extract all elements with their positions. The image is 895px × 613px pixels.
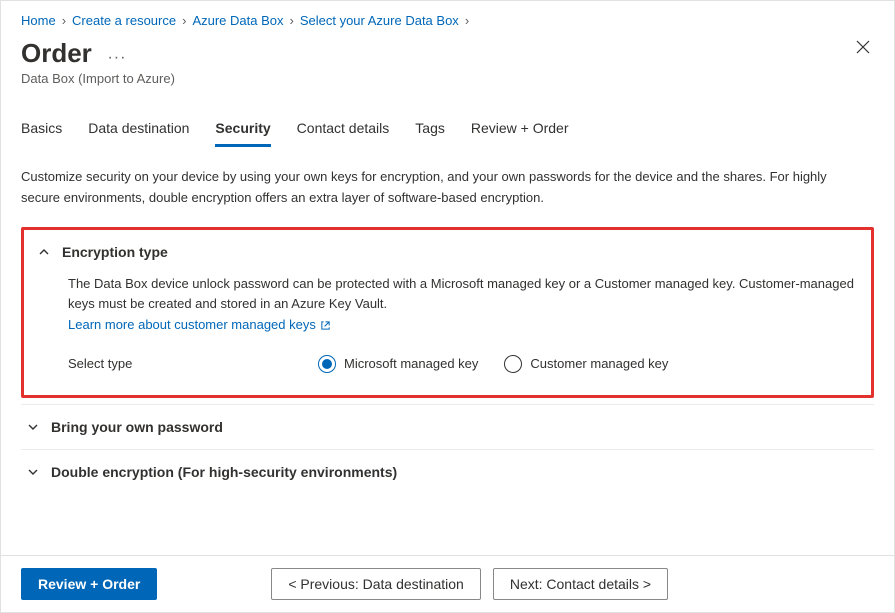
- more-menu-icon[interactable]: ···: [107, 49, 126, 67]
- breadcrumb: Home › Create a resource › Azure Data Bo…: [21, 13, 874, 28]
- section-encryption-toggle[interactable]: Encryption type: [38, 244, 857, 260]
- breadcrumb-item-select[interactable]: Select your Azure Data Box: [300, 13, 459, 28]
- chevron-right-icon: ›: [289, 13, 293, 28]
- section-double-title: Double encryption (For high-security env…: [51, 464, 397, 480]
- chevron-right-icon: ›: [62, 13, 66, 28]
- chevron-up-icon: [38, 246, 50, 258]
- section-double-encryption: Double encryption (For high-security env…: [21, 449, 874, 494]
- section-bring-password: Bring your own password: [21, 404, 874, 449]
- review-order-button[interactable]: Review + Order: [21, 568, 157, 600]
- radio-unchecked-icon: [504, 355, 522, 373]
- wizard-footer: Review + Order < Previous: Data destinat…: [1, 555, 894, 612]
- section-password-toggle[interactable]: Bring your own password: [27, 419, 868, 435]
- close-icon: [856, 40, 870, 54]
- chevron-down-icon: [27, 421, 39, 433]
- breadcrumb-item-databox[interactable]: Azure Data Box: [192, 13, 283, 28]
- radio-checked-icon: [318, 355, 336, 373]
- section-password-title: Bring your own password: [51, 419, 223, 435]
- section-encryption-type: Encryption type The Data Box device unlo…: [21, 227, 874, 398]
- radio-microsoft-label: Microsoft managed key: [344, 354, 478, 375]
- chevron-right-icon: ›: [182, 13, 186, 28]
- breadcrumb-item-home[interactable]: Home: [21, 13, 56, 28]
- tab-review-order[interactable]: Review + Order: [471, 114, 569, 147]
- close-button[interactable]: [852, 36, 874, 61]
- chevron-right-icon: ›: [465, 13, 469, 28]
- radio-microsoft-managed[interactable]: Microsoft managed key: [318, 354, 478, 375]
- encryption-radio-group: Microsoft managed key Customer managed k…: [318, 354, 668, 375]
- tab-contact-details[interactable]: Contact details: [297, 114, 390, 147]
- tab-security[interactable]: Security: [215, 114, 270, 147]
- tab-data-destination[interactable]: Data destination: [88, 114, 189, 147]
- chevron-down-icon: [27, 466, 39, 478]
- select-type-label: Select type: [68, 354, 318, 375]
- next-button[interactable]: Next: Contact details >: [493, 568, 668, 600]
- section-double-toggle[interactable]: Double encryption (For high-security env…: [27, 464, 868, 480]
- page-subtitle: Data Box (Import to Azure): [21, 71, 175, 86]
- learn-more-link[interactable]: Learn more about customer managed keys: [68, 315, 331, 336]
- tab-bar: Basics Data destination Security Contact…: [21, 114, 874, 147]
- page-description: Customize security on your device by usi…: [21, 167, 841, 209]
- radio-customer-label: Customer managed key: [530, 354, 668, 375]
- breadcrumb-item-create[interactable]: Create a resource: [72, 13, 176, 28]
- learn-more-label: Learn more about customer managed keys: [68, 315, 316, 336]
- page-title: Order: [21, 38, 92, 69]
- previous-button[interactable]: < Previous: Data destination: [271, 568, 481, 600]
- encryption-description: The Data Box device unlock password can …: [68, 274, 857, 316]
- tab-basics[interactable]: Basics: [21, 114, 62, 147]
- section-encryption-title: Encryption type: [62, 244, 168, 260]
- radio-customer-managed[interactable]: Customer managed key: [504, 354, 668, 375]
- external-link-icon: [320, 320, 331, 331]
- tab-tags[interactable]: Tags: [415, 114, 445, 147]
